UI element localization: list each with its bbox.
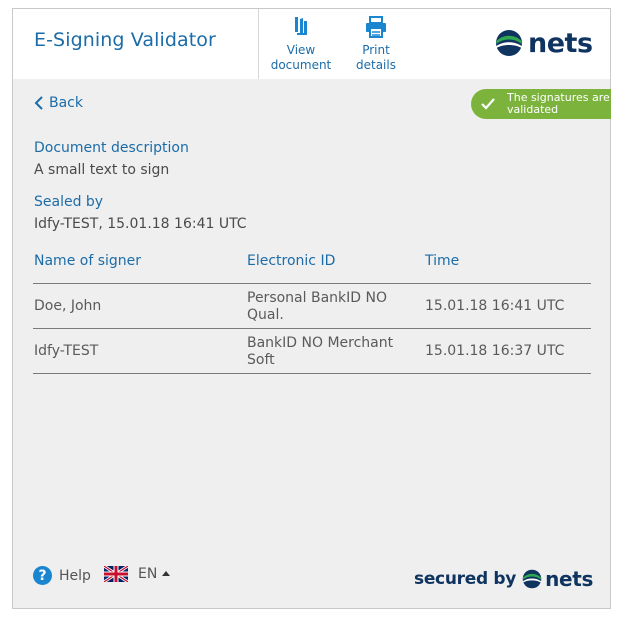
nets-logo: nets xyxy=(495,26,593,60)
column-header-eid: Electronic ID xyxy=(247,253,336,269)
app-title: E-Signing Validator xyxy=(34,29,216,51)
secured-by-nets: secured by nets xyxy=(414,567,593,591)
secured-by-text: secured by xyxy=(414,569,517,589)
validator-panel: E-Signing Validator View document Print … xyxy=(12,8,611,609)
language-selector[interactable]: EN xyxy=(104,566,171,582)
view-document-button[interactable]: View document xyxy=(265,15,337,73)
back-link[interactable]: Back xyxy=(34,95,83,111)
help-label: Help xyxy=(59,567,91,584)
language-label: EN xyxy=(138,566,158,582)
signers-table: Name of signer Electronic ID Time Doe, J… xyxy=(33,249,591,374)
signer-time: 15.01.18 16:41 UTC xyxy=(425,298,565,314)
view-document-label: View document xyxy=(270,43,332,72)
signer-eid: BankID NO Merchant Soft xyxy=(247,335,394,368)
signer-eid: Personal BankID NO Qual. xyxy=(247,290,387,323)
checkmark-icon xyxy=(481,98,495,110)
back-label: Back xyxy=(49,95,83,111)
column-header-name: Name of signer xyxy=(34,253,142,269)
nets-logo-icon xyxy=(522,569,542,589)
signer-time: 15.01.18 16:37 UTC xyxy=(425,343,565,359)
caret-up-icon xyxy=(162,570,171,576)
help-icon: ? xyxy=(33,566,52,585)
uk-flag-icon xyxy=(104,566,128,582)
signer-name: Doe, John xyxy=(34,298,102,314)
view-document-icon xyxy=(295,17,307,35)
print-details-label: Print details xyxy=(356,43,396,72)
nets-logo-icon xyxy=(496,30,522,56)
status-badge: The signatures are validated xyxy=(471,89,611,119)
print-icon xyxy=(366,16,386,38)
table-header: Name of signer Electronic ID Time xyxy=(33,249,591,284)
signer-name: Idfy-TEST xyxy=(34,343,99,359)
secured-brand-text: nets xyxy=(545,567,594,591)
sealed-by-label: Sealed by xyxy=(34,194,104,210)
print-details-button[interactable]: Print details xyxy=(340,15,412,73)
header-divider xyxy=(258,9,259,79)
document-description-label: Document description xyxy=(34,140,189,156)
column-header-time: Time xyxy=(425,253,460,269)
header: E-Signing Validator View document Print … xyxy=(13,9,610,79)
document-description-value: A small text to sign xyxy=(34,162,170,178)
chevron-left-icon xyxy=(34,96,43,110)
nets-logo-text: nets xyxy=(528,27,593,59)
help-link[interactable]: ? Help xyxy=(33,566,91,585)
table-row: Doe, John Personal BankID NO Qual. 15.01… xyxy=(33,284,591,329)
status-badge-text: The signatures are validated xyxy=(507,91,610,116)
sealed-by-value: Idfy-TEST, 15.01.18 16:41 UTC xyxy=(34,216,247,232)
table-row: Idfy-TEST BankID NO Merchant Soft 15.01.… xyxy=(33,329,591,374)
